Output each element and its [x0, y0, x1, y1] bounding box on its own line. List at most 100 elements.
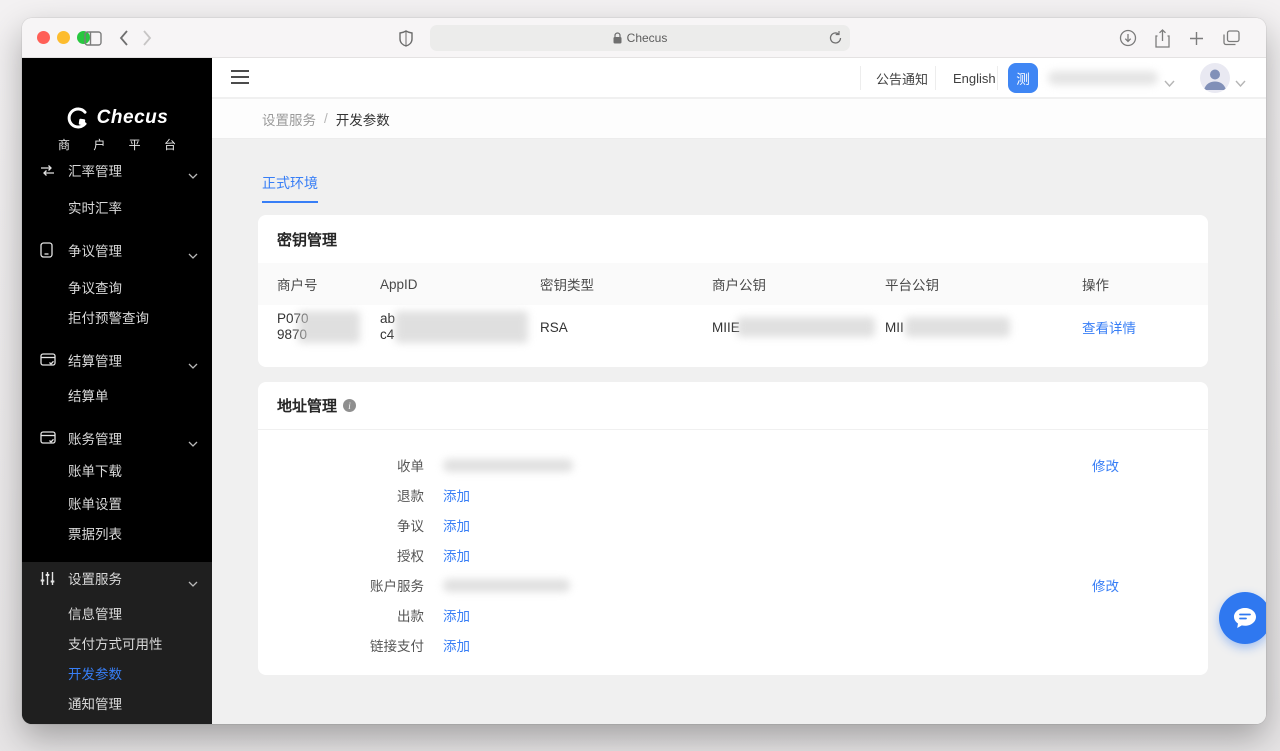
chevron-down-icon	[188, 357, 198, 372]
cell-merchant-public-key: MIIE	[712, 305, 885, 349]
sidebar-item-settings-services[interactable]: 设置服务	[22, 564, 212, 592]
key-table-header: 商户号 AppID 密钥类型 商户公钥 平台公钥 操作	[258, 263, 1208, 305]
main-area: 公告通知 English 测 设置服务 / 开发参数 正式环境 密钥管理 商户号…	[212, 58, 1266, 724]
column-platform-public-key: 平台公钥	[885, 278, 939, 293]
breadcrumb-separator: /	[324, 111, 328, 126]
header-divider	[860, 66, 861, 90]
chat-bubble-icon	[1233, 607, 1257, 629]
avatar[interactable]	[1200, 63, 1230, 93]
back-button[interactable]	[113, 27, 135, 49]
lock-icon	[613, 32, 622, 44]
column-key-type: 密钥类型	[540, 278, 594, 293]
redacted-value	[395, 311, 528, 343]
brand-logo: Checus 商 户 平 台	[22, 58, 212, 165]
language-switcher[interactable]: English	[953, 58, 996, 98]
sidebar-item-label: 开发参数	[68, 667, 122, 682]
address-label: 退款	[397, 489, 424, 504]
add-link[interactable]: 添加	[443, 515, 470, 535]
address-bar[interactable]: Checus	[430, 25, 850, 51]
sidebar-item-label: 票据列表	[68, 527, 122, 542]
key-table-row: P070 9870 ab c4 RSA MIIE MII 查看详情	[258, 305, 1208, 349]
sidebar-item-label: 争议查询	[68, 281, 122, 296]
forward-button[interactable]	[136, 27, 158, 49]
browser-window: Checus 汇率管理 实时汇率 争议管理 争议查询 拒付预警查询 结算管理 结…	[22, 18, 1266, 724]
downloads-icon[interactable]	[1117, 27, 1139, 49]
redacted-address-value	[443, 458, 573, 472]
page-content: 正式环境 密钥管理 商户号 AppID 密钥类型 商户公钥 平台公钥 操作 P0…	[212, 139, 1266, 724]
cell-merchant-no: P070 9870	[277, 305, 380, 349]
sidebar-item-settlement-management[interactable]: 结算管理	[22, 346, 212, 374]
info-icon[interactable]: i	[343, 399, 357, 412]
announcements-link[interactable]: 公告通知	[876, 58, 928, 98]
address-row-acquiring: 收单 修改	[258, 450, 1208, 480]
breadcrumb-current-page: 开发参数	[335, 112, 390, 128]
sidebar-item-settlement-statement[interactable]: 结算单	[22, 381, 212, 409]
sidebar-item-bill-settings[interactable]: 账单设置	[22, 489, 212, 517]
new-tab-icon[interactable]	[1185, 27, 1207, 49]
add-link[interactable]: 添加	[443, 635, 470, 655]
address-label: 账户服务	[370, 579, 424, 594]
sidebar-item-development-parameters[interactable]: 开发参数	[22, 659, 212, 687]
address-row-link-payment: 链接支付 添加	[258, 630, 1208, 660]
chevron-down-icon[interactable]	[1164, 74, 1175, 92]
modify-link[interactable]: 修改	[1092, 455, 1119, 475]
sidebar-item-notification-management[interactable]: 通知管理	[22, 689, 212, 717]
chevron-down-icon	[188, 167, 198, 182]
menu-collapse-icon[interactable]	[230, 69, 250, 87]
sidebar-item-label: 争议管理	[68, 244, 122, 259]
minimize-window-button[interactable]	[57, 31, 70, 44]
close-window-button[interactable]	[37, 31, 50, 44]
address-label: 争议	[397, 519, 424, 534]
sidebar-item-chargeback-alert-query[interactable]: 拒付预警查询	[22, 303, 212, 331]
address-label: 授权	[397, 549, 424, 564]
chevron-down-icon[interactable]	[1235, 74, 1246, 92]
add-link[interactable]: 添加	[443, 545, 470, 565]
address-management-card: 地址管理 i 收单 修改 退款 添加 争议 添加 授权 添加 账户服务 修改 出…	[258, 382, 1208, 675]
cell-platform-public-key: MII	[885, 305, 1082, 349]
view-details-link[interactable]: 查看详情	[1082, 317, 1208, 337]
address-management-title: 地址管理	[277, 398, 338, 415]
sidebar-item-bill-download[interactable]: 账单下载	[22, 456, 212, 484]
tab-production-environment[interactable]: 正式环境	[262, 173, 318, 203]
chevron-down-icon	[188, 575, 198, 590]
sidebar-item-label: 信息管理	[68, 607, 122, 622]
customer-service-chat-button[interactable]	[1219, 592, 1266, 644]
share-icon[interactable]	[1151, 27, 1173, 49]
dispute-icon	[40, 242, 56, 258]
chevron-down-icon	[188, 247, 198, 262]
sidebar-item-information-management[interactable]: 信息管理	[22, 599, 212, 627]
sidebar-item-label: 通知管理	[68, 697, 122, 712]
sidebar-item-billing-management[interactable]: 账务管理	[22, 424, 212, 452]
brand-subtitle: 商 户 平 台	[57, 138, 186, 152]
environment-badge[interactable]: 测	[1008, 63, 1038, 93]
reload-icon[interactable]	[829, 30, 842, 48]
address-rows: 收单 修改 退款 添加 争议 添加 授权 添加 账户服务 修改 出款 添加 链接…	[258, 450, 1208, 660]
address-row-authorization: 授权 添加	[258, 540, 1208, 570]
sidebar-item-label: 账单下载	[68, 464, 122, 479]
sidebar-item-payment-method-availability[interactable]: 支付方式可用性	[22, 629, 212, 657]
add-link[interactable]: 添加	[443, 605, 470, 625]
header-divider	[997, 66, 998, 90]
sidebar-item-label: 结算管理	[68, 354, 122, 369]
privacy-shield-icon[interactable]	[395, 27, 417, 49]
header-divider	[935, 66, 936, 90]
sidebar: 汇率管理 实时汇率 争议管理 争议查询 拒付预警查询 结算管理 结算单 账务管理…	[22, 58, 212, 724]
breadcrumb-section[interactable]: 设置服务	[262, 109, 316, 129]
sidebar-item-realtime-exchange-rate[interactable]: 实时汇率	[22, 193, 212, 221]
app-header: 公告通知 English 测	[212, 58, 1266, 98]
column-merchant-public-key: 商户公钥	[712, 278, 766, 293]
sidebar-item-invoice-list[interactable]: 票据列表	[22, 519, 212, 547]
sidebar-toggle-icon[interactable]	[82, 27, 104, 49]
address-row-payout: 出款 添加	[258, 600, 1208, 630]
address-bar-text: Checus	[626, 31, 668, 45]
tab-overview-icon[interactable]	[1220, 27, 1242, 49]
sidebar-item-dispute-management[interactable]: 争议管理	[22, 236, 212, 264]
address-row-dispute: 争议 添加	[258, 510, 1208, 540]
column-actions: 操作	[1082, 278, 1109, 293]
cell-key-type: RSA	[540, 305, 712, 349]
browser-toolbar: Checus	[22, 18, 1266, 58]
add-link[interactable]: 添加	[443, 485, 470, 505]
cell-appid: ab c4	[380, 305, 540, 349]
modify-link[interactable]: 修改	[1092, 575, 1119, 595]
sidebar-item-dispute-query[interactable]: 争议查询	[22, 273, 212, 301]
